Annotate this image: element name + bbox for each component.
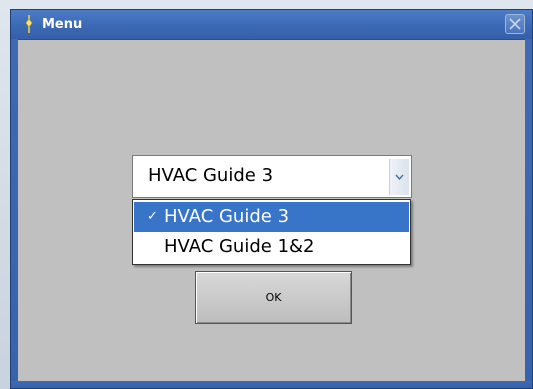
window-border-left bbox=[11, 39, 18, 388]
ok-button[interactable]: OK bbox=[195, 271, 352, 324]
title-bar[interactable]: Menu bbox=[11, 10, 532, 40]
guide-select-value: HVAC Guide 3 bbox=[148, 165, 274, 186]
option-hvac-guide-3[interactable]: ✓ HVAC Guide 3 bbox=[134, 202, 409, 232]
dropdown-arrow-button[interactable] bbox=[389, 159, 409, 195]
option-label: HVAC Guide 3 bbox=[164, 206, 290, 227]
close-icon bbox=[509, 18, 521, 30]
window-border-bottom bbox=[11, 381, 532, 388]
chevron-down-icon bbox=[395, 174, 404, 180]
guide-dropdown-list: ✓ HVAC Guide 3 HVAC Guide 1&2 bbox=[132, 199, 411, 265]
window-border-right bbox=[525, 39, 532, 388]
close-button[interactable] bbox=[505, 14, 525, 34]
lightning-icon bbox=[24, 14, 34, 34]
checkmark-icon: ✓ bbox=[147, 209, 158, 224]
guide-select[interactable]: HVAC Guide 3 bbox=[132, 155, 412, 198]
option-label: HVAC Guide 1&2 bbox=[164, 236, 315, 257]
window-title: Menu bbox=[42, 17, 83, 32]
option-hvac-guide-1-2[interactable]: HVAC Guide 1&2 bbox=[134, 232, 409, 262]
ok-button-label: OK bbox=[265, 291, 282, 304]
